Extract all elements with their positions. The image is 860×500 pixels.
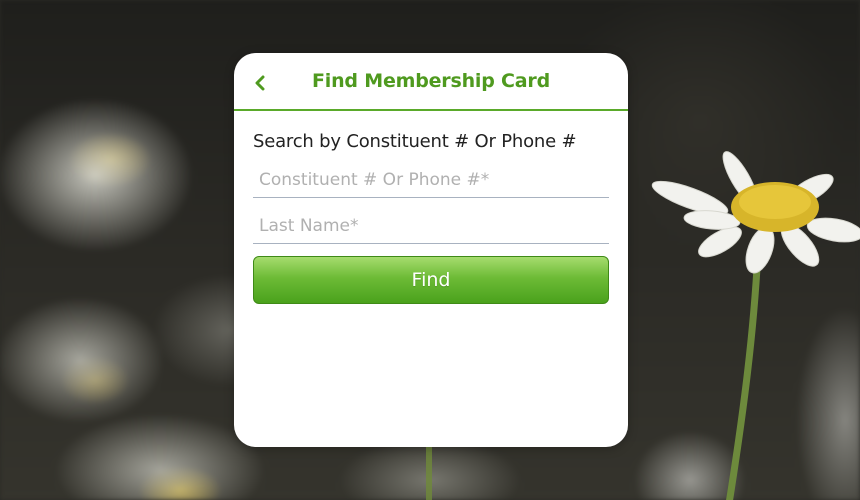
last-name-input[interactable] xyxy=(253,210,609,242)
find-button[interactable]: Find xyxy=(253,256,609,304)
constituent-or-phone-field-wrapper xyxy=(253,164,609,198)
chevron-left-icon xyxy=(255,75,265,91)
find-button-label: Find xyxy=(411,269,451,291)
last-name-field-wrapper xyxy=(253,210,609,244)
daisy-flower-decoration xyxy=(651,151,860,274)
search-instructions-label: Search by Constituent # Or Phone # xyxy=(253,131,577,152)
search-form: Search by Constituent # Or Phone # Find xyxy=(234,131,628,304)
dialog-header: Find Membership Card xyxy=(234,53,628,111)
flower-stem-decoration xyxy=(426,440,432,500)
constituent-or-phone-input[interactable] xyxy=(253,164,609,196)
page-title: Find Membership Card xyxy=(312,70,550,92)
find-membership-card-dialog: Find Membership Card Search by Constitue… xyxy=(234,53,628,447)
back-button[interactable] xyxy=(250,73,270,93)
